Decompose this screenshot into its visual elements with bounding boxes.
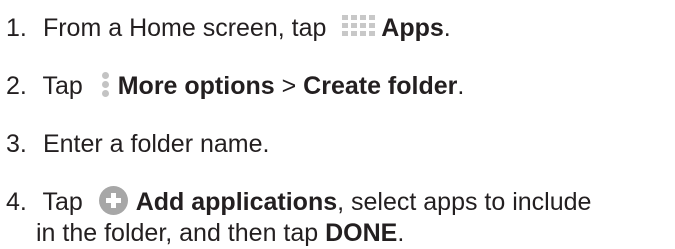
step-3: 3. Enter a folder name. xyxy=(0,129,269,160)
step-punct: . xyxy=(397,219,405,247)
step-text: in the folder, and then tap xyxy=(36,219,326,247)
step-text: Tap xyxy=(42,72,90,100)
step-separator: > xyxy=(274,72,304,100)
step-text: From a Home screen, tap xyxy=(42,14,334,42)
apps-grid-icon xyxy=(342,15,376,37)
step-punct: . xyxy=(457,72,465,100)
add-applications-label: Add applications xyxy=(135,188,338,216)
step-number: 2. xyxy=(6,72,27,100)
step-punct: . xyxy=(443,14,451,42)
step-1: 1. From a Home screen, tap Apps. xyxy=(0,13,451,44)
step-number: 3. xyxy=(6,130,27,158)
step-number: 4. xyxy=(6,188,27,216)
step-2: 2. Tap More options > Create folder. xyxy=(0,71,464,102)
step-text: Enter a folder name. xyxy=(42,130,270,158)
done-label: DONE xyxy=(325,219,398,247)
step-text: Tap xyxy=(42,188,90,216)
apps-label: Apps xyxy=(381,14,444,42)
step-text-cont: , select apps to include xyxy=(337,188,592,216)
create-folder-label: Create folder xyxy=(303,72,458,100)
more-options-label: More options xyxy=(117,72,275,100)
add-circle-icon xyxy=(98,185,128,215)
more-options-icon xyxy=(101,72,110,98)
step-4-line-2: in the folder, and then tap DONE. xyxy=(36,218,404,249)
step-4: 4. Tap Add applications, select apps to … xyxy=(0,185,592,218)
step-number: 1. xyxy=(6,14,27,42)
